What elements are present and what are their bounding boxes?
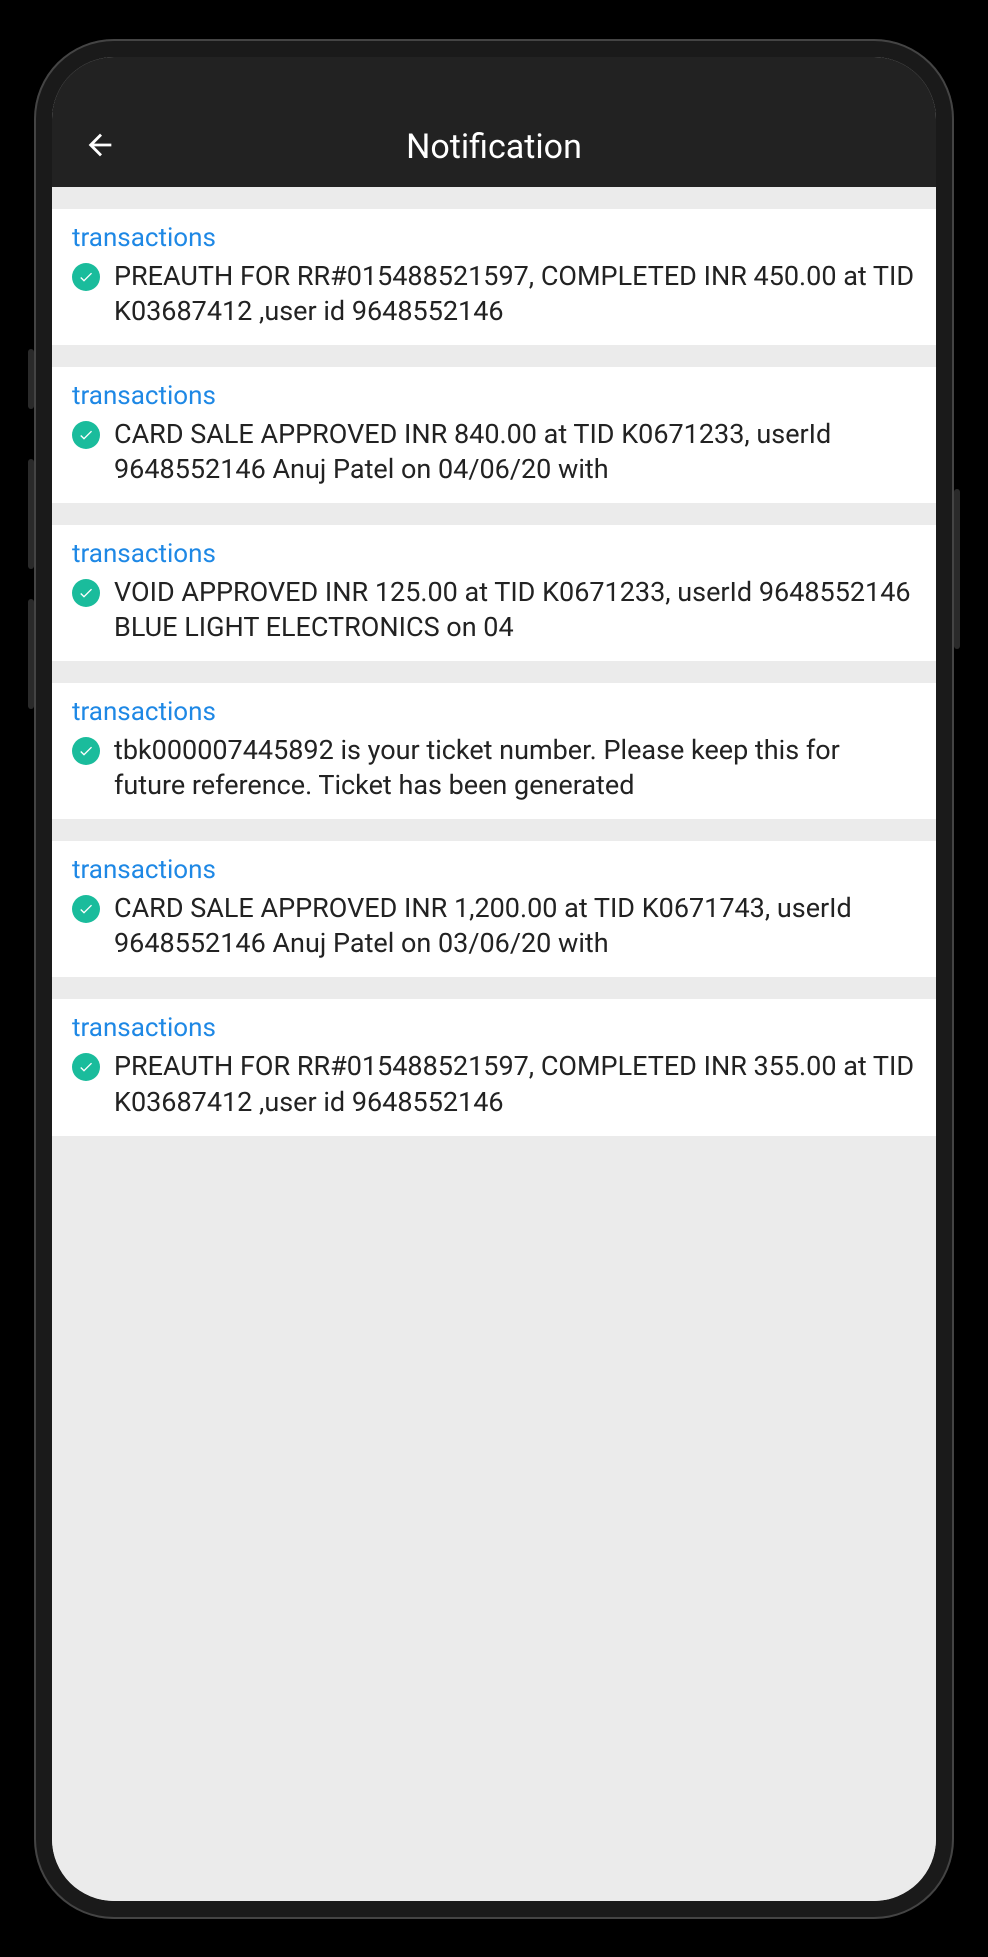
check-circle-icon	[72, 1053, 100, 1081]
list-item[interactable]: transactions CARD SALE APPROVED INR 1,20…	[52, 841, 936, 977]
list-item[interactable]: transactions VOID APPROVED INR 125.00 at…	[52, 525, 936, 661]
notification-row: PREAUTH FOR RR#015488521597, COMPLETED I…	[72, 1049, 916, 1119]
list-item[interactable]: transactions CARD SALE APPROVED INR 840.…	[52, 367, 936, 503]
notification-list[interactable]: transactions PREAUTH FOR RR#015488521597…	[52, 187, 936, 1901]
check-circle-icon	[72, 263, 100, 291]
notification-category: transactions	[72, 697, 916, 727]
spacer	[52, 661, 936, 683]
list-item[interactable]: transactions PREAUTH FOR RR#015488521597…	[52, 999, 936, 1135]
phone-screen: Notification transactions PREAUTH FOR RR…	[52, 57, 936, 1901]
spacer	[52, 187, 936, 209]
back-button[interactable]	[80, 125, 120, 165]
list-item[interactable]: transactions PREAUTH FOR RR#015488521597…	[52, 209, 936, 345]
notification-category: transactions	[72, 381, 916, 411]
check-circle-icon	[72, 579, 100, 607]
notification-text: VOID APPROVED INR 125.00 at TID K0671233…	[114, 575, 916, 645]
check-circle-icon	[72, 421, 100, 449]
notification-row: CARD SALE APPROVED INR 1,200.00 at TID K…	[72, 891, 916, 961]
notification-text: CARD SALE APPROVED INR 840.00 at TID K06…	[114, 417, 916, 487]
spacer	[52, 819, 936, 841]
notification-row: tbk000007445892 is your ticket number. P…	[72, 733, 916, 803]
phone-side-button	[28, 349, 34, 409]
page-title: Notification	[52, 127, 936, 167]
list-item[interactable]: transactions tbk000007445892 is your tic…	[52, 683, 936, 819]
notification-text: PREAUTH FOR RR#015488521597, COMPLETED I…	[114, 259, 916, 329]
spacer	[52, 345, 936, 367]
notification-category: transactions	[72, 855, 916, 885]
notification-category: transactions	[72, 1013, 916, 1043]
spacer	[52, 977, 936, 999]
check-circle-icon	[72, 895, 100, 923]
spacer	[52, 503, 936, 525]
notification-category: transactions	[72, 539, 916, 569]
notification-row: VOID APPROVED INR 125.00 at TID K0671233…	[72, 575, 916, 645]
notification-category: transactions	[72, 223, 916, 253]
notification-text: PREAUTH FOR RR#015488521597, COMPLETED I…	[114, 1049, 916, 1119]
phone-side-button	[28, 459, 34, 569]
app-header: Notification	[52, 57, 936, 187]
phone-side-button	[954, 489, 960, 649]
notification-text: tbk000007445892 is your ticket number. P…	[114, 733, 916, 803]
phone-frame: Notification transactions PREAUTH FOR RR…	[34, 39, 954, 1919]
check-circle-icon	[72, 737, 100, 765]
notification-row: PREAUTH FOR RR#015488521597, COMPLETED I…	[72, 259, 916, 329]
back-arrow-icon	[83, 128, 117, 162]
notification-row: CARD SALE APPROVED INR 840.00 at TID K06…	[72, 417, 916, 487]
phone-side-button	[28, 599, 34, 709]
notification-text: CARD SALE APPROVED INR 1,200.00 at TID K…	[114, 891, 916, 961]
